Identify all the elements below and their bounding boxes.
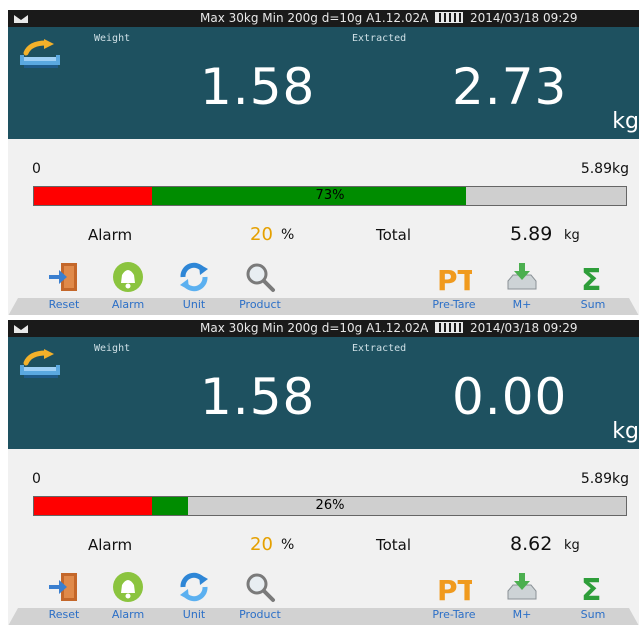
alarm-button[interactable]: Alarm	[98, 261, 158, 311]
weight-display: Weight Extracted 1.58 0.00 kg	[8, 337, 639, 449]
svg-text:Σ: Σ	[581, 573, 602, 603]
alarm-btn-label: Alarm	[111, 608, 145, 621]
unit-button[interactable]: Unit	[164, 571, 224, 621]
unit-label: Unit	[182, 608, 206, 621]
info-area: 0 5.89kg 73% Alarm 20 % Total 5.89 kg Re…	[8, 139, 639, 315]
total-value: 5.89	[510, 223, 553, 245]
pt-letters-icon: PT	[437, 264, 472, 293]
bell-icon	[113, 572, 143, 602]
unit-label: Unit	[182, 298, 206, 311]
reset-label: Reset	[48, 608, 80, 621]
scale-max: 5.89kg	[580, 161, 629, 177]
progress-bar: 73%	[33, 186, 627, 206]
datetime: 2014/03/18 09:29	[469, 321, 578, 335]
total-label: Total	[376, 226, 412, 244]
alarm-unit: %	[281, 227, 295, 243]
door-exit-icon	[49, 263, 77, 291]
product-label: Product	[239, 298, 281, 311]
extracted-value: 0.00	[452, 368, 568, 426]
product-label: Product	[239, 608, 281, 621]
sigma-icon: Σ	[581, 573, 602, 603]
info-area: 0 5.89kg 26% Alarm 20 % Total 8.62 kg Re…	[8, 449, 639, 625]
total-unit: kg	[564, 228, 580, 243]
svg-text:PT: PT	[437, 264, 472, 293]
pre-tare-button[interactable]: PT Pre-Tare	[424, 261, 484, 311]
tray-arrow-icon[interactable]	[20, 39, 62, 69]
total-label: Total	[376, 536, 412, 554]
cycle-arrows-icon	[180, 572, 208, 602]
extracted-label: Extracted	[352, 33, 407, 44]
datetime: 2014/03/18 09:29	[469, 11, 578, 25]
weight-value: 1.58	[200, 58, 316, 116]
battery-icon	[435, 12, 464, 23]
progress-bar: 26%	[33, 496, 627, 516]
scale-screen-2: Max 30kg Min 200g d=10g A1.12.02A 2014/0…	[8, 320, 639, 625]
alarm-label: Alarm	[88, 536, 133, 554]
product-button[interactable]: Product	[230, 261, 290, 311]
scale-max: 5.89kg	[580, 471, 629, 487]
extracted-value: 2.73	[452, 58, 568, 116]
alarm-value[interactable]: 20	[250, 224, 273, 245]
reset-button[interactable]: Reset	[34, 571, 94, 621]
m-plus-button[interactable]: M+	[492, 571, 552, 621]
status-bar: Max 30kg Min 200g d=10g A1.12.02A 2014/0…	[8, 320, 639, 337]
pre-tare-label: Pre-Tare	[432, 298, 476, 311]
alarm-label: Alarm	[88, 226, 133, 244]
alarm-button[interactable]: Alarm	[98, 571, 158, 621]
m-plus-button[interactable]: M+	[492, 261, 552, 311]
svg-text:PT: PT	[437, 574, 472, 603]
sigma-icon: Σ	[581, 263, 602, 293]
status-bar: Max 30kg Min 200g d=10g A1.12.02A 2014/0…	[8, 10, 639, 27]
m-plus-label: M+	[512, 608, 532, 621]
scale-screen-1: Max 30kg Min 200g d=10g A1.12.02A 2014/0…	[8, 10, 639, 315]
progress-percent: 26%	[315, 498, 345, 513]
extracted-label: Extracted	[352, 343, 407, 354]
reset-button[interactable]: Reset	[34, 261, 94, 311]
sum-button[interactable]: Σ Sum	[563, 571, 623, 621]
reset-label: Reset	[48, 298, 80, 311]
weight-value: 1.58	[200, 368, 316, 426]
pre-tare-button[interactable]: PT Pre-Tare	[424, 571, 484, 621]
tray-arrow-icon[interactable]	[20, 349, 62, 379]
weight-label: Weight	[94, 343, 131, 354]
weight-display: Weight Extracted 1.58 2.73 kg	[8, 27, 639, 139]
alarm-value[interactable]: 20	[250, 534, 273, 555]
weight-unit: kg	[612, 419, 639, 444]
device-info: Max 30kg Min 200g d=10g A1.12.02A	[200, 11, 429, 25]
magnifier-icon	[246, 263, 275, 292]
product-button[interactable]: Product	[230, 571, 290, 621]
bell-icon	[113, 262, 143, 292]
svg-text:Σ: Σ	[581, 263, 602, 293]
progress-percent: 73%	[315, 188, 345, 203]
unit-button[interactable]: Unit	[164, 261, 224, 311]
m-plus-label: M+	[512, 298, 532, 311]
weight-label: Weight	[94, 33, 131, 44]
cycle-arrows-icon	[180, 262, 208, 292]
battery-icon	[435, 322, 464, 333]
magnifier-icon	[246, 573, 275, 602]
signal-icon	[14, 325, 28, 333]
sum-label: Sum	[580, 298, 606, 311]
scale-min: 0	[32, 471, 41, 487]
door-exit-icon	[49, 573, 77, 601]
sum-label: Sum	[580, 608, 606, 621]
alarm-btn-label: Alarm	[111, 298, 145, 311]
alarm-unit: %	[281, 537, 295, 553]
total-unit: kg	[564, 538, 580, 553]
signal-icon	[14, 15, 28, 23]
weight-unit: kg	[612, 109, 639, 134]
download-tray-icon	[507, 573, 537, 600]
sum-button[interactable]: Σ Sum	[563, 261, 623, 311]
scale-min: 0	[32, 161, 41, 177]
pre-tare-label: Pre-Tare	[432, 608, 476, 621]
total-value: 8.62	[510, 533, 553, 555]
device-info: Max 30kg Min 200g d=10g A1.12.02A	[200, 321, 429, 335]
download-tray-icon	[507, 263, 537, 290]
pt-letters-icon: PT	[437, 574, 472, 603]
